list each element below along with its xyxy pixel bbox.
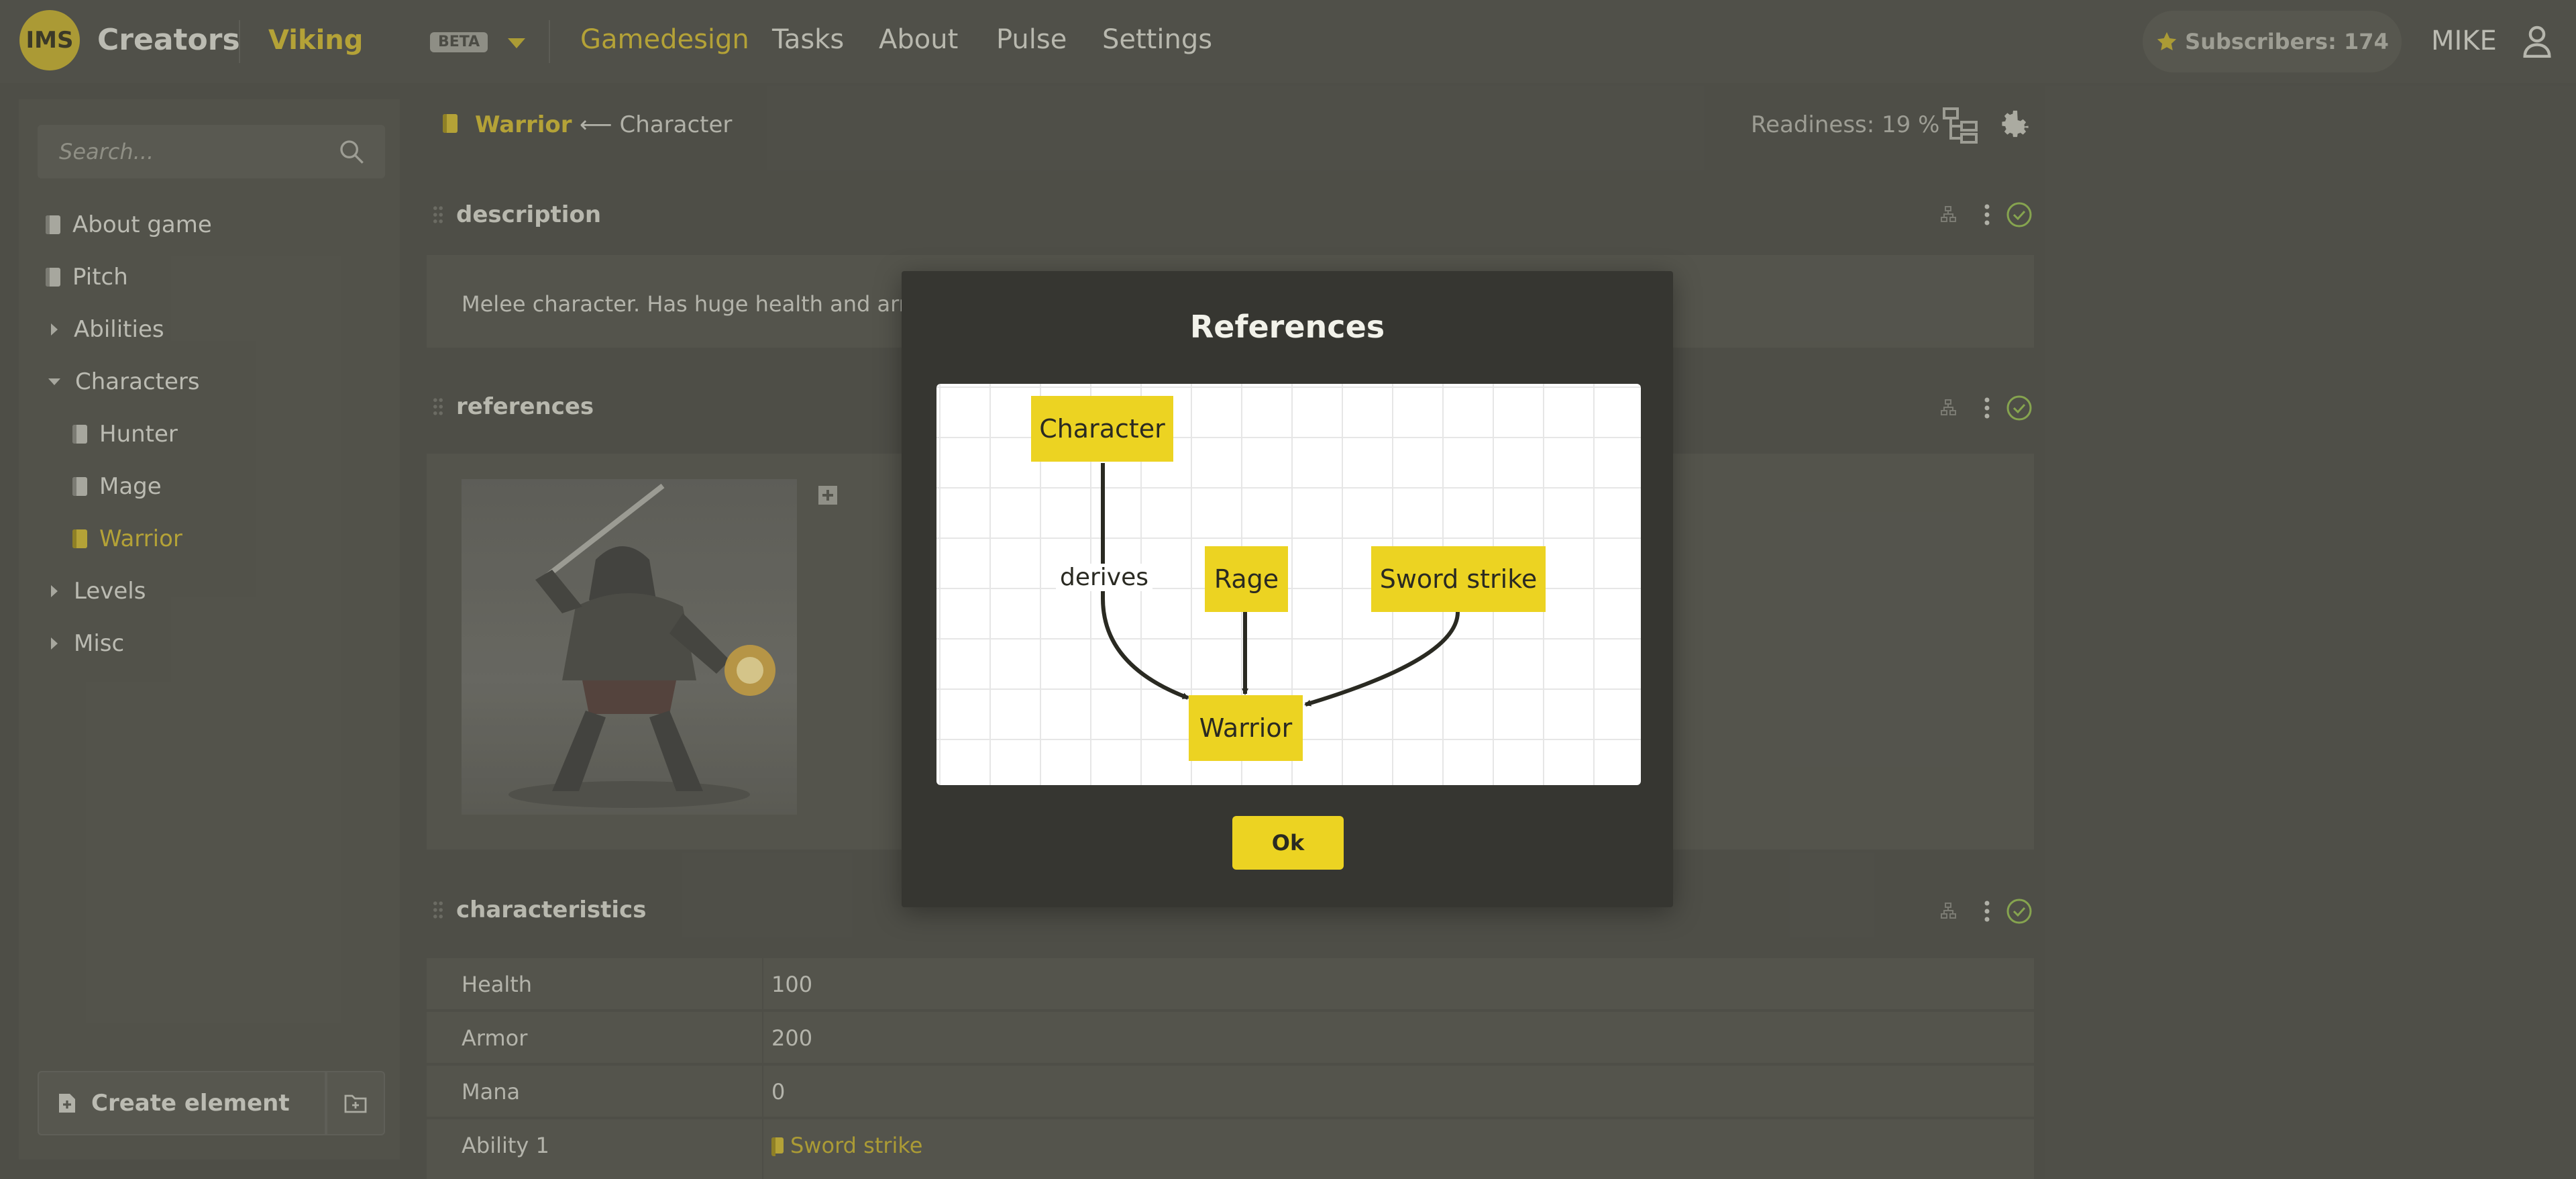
references-diagram: Character Rage Sword strike Warrior deri…	[936, 384, 1641, 785]
modal-title: References	[1189, 309, 1385, 345]
diagram-node-character[interactable]: Character	[1031, 396, 1173, 462]
references-modal: References Character Rage Sword strike W…	[902, 271, 1673, 907]
diagram-node-rage[interactable]: Rage	[1205, 546, 1288, 612]
diagram-node-sword-strike[interactable]: Sword strike	[1371, 546, 1546, 612]
app-root: IMS Creators Viking BETA Gamedesign Task…	[0, 0, 2576, 1179]
ok-button[interactable]: Ok	[1232, 816, 1344, 870]
edge-sword-warrior	[1304, 611, 1460, 707]
edge-label-derives: derives	[1056, 564, 1153, 591]
diagram-node-warrior[interactable]: Warrior	[1189, 695, 1303, 761]
